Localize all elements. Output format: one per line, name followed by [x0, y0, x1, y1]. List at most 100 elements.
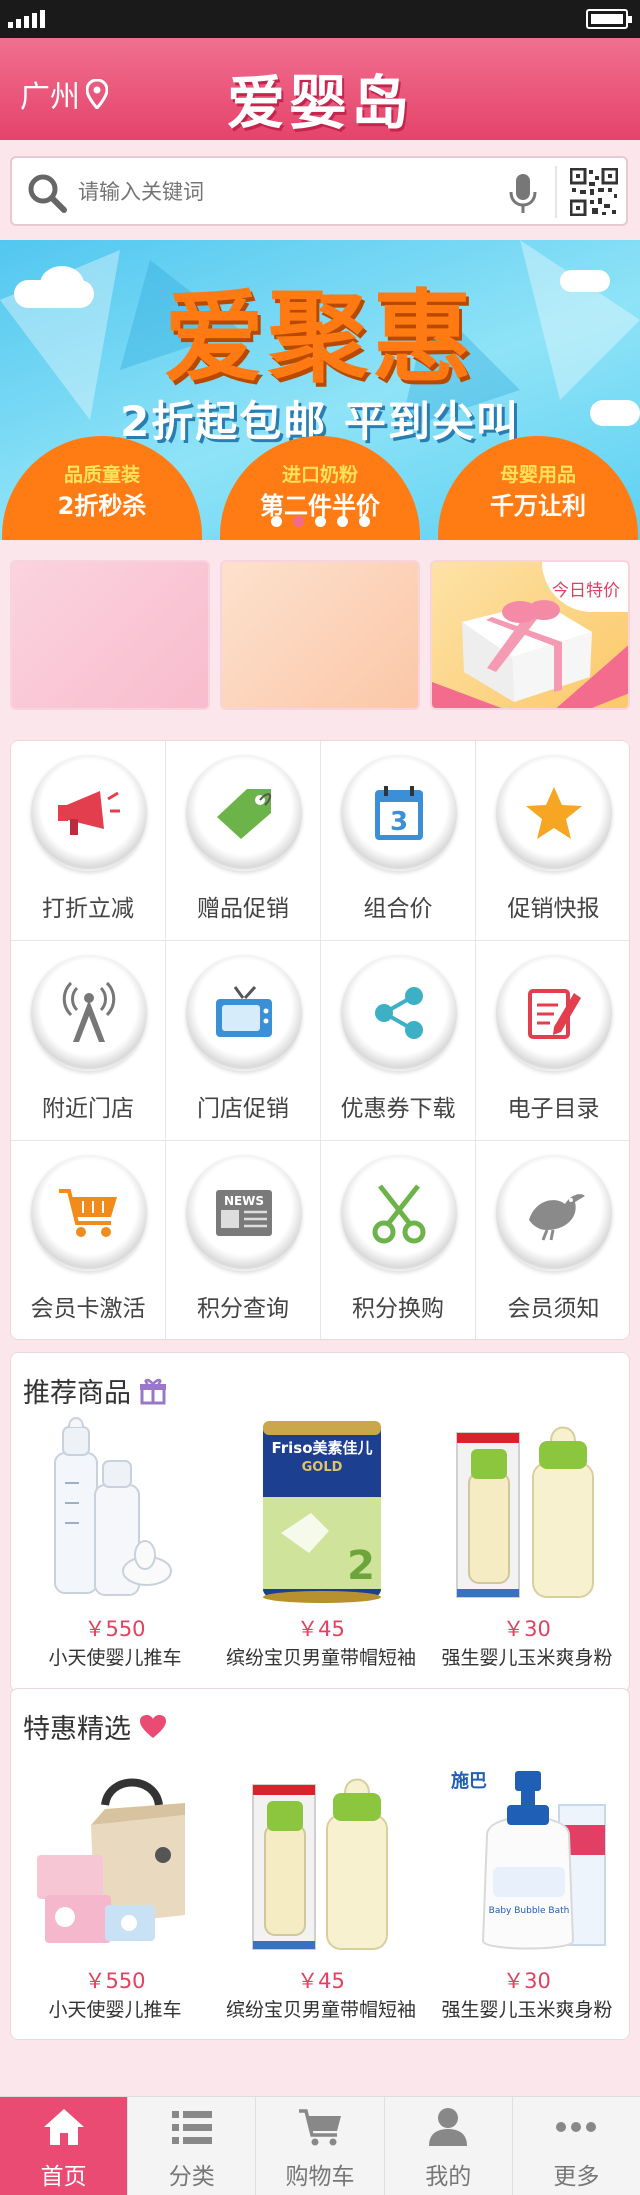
product-price: ￥45	[297, 1617, 345, 1641]
calendar-icon: 3	[375, 786, 423, 840]
svg-text:Baby Bubble Bath: Baby Bubble Bath	[489, 1906, 570, 1916]
tab-label: 我的	[425, 2164, 472, 2190]
carousel-dot[interactable]	[336, 516, 348, 527]
search-divider	[555, 166, 557, 218]
feature-label: 门店促销	[197, 1096, 289, 1122]
feature-label: 会员卡激活	[30, 1296, 146, 1322]
recommended-section: 推荐商品 ￥550 小天使婴儿推车 Friso美素佳儿 GOLD 2 ￥45 缤…	[10, 1352, 630, 1692]
tab-more[interactable]: 更多	[513, 2097, 640, 2195]
product-price: ￥45	[297, 1969, 345, 1993]
app-logo: 爱婴岛	[226, 69, 413, 137]
feature-points-redeem[interactable]: 积分换购	[321, 1141, 476, 1339]
feature-points-query[interactable]: NEWS 积分查询	[166, 1141, 321, 1339]
product-name: 强生婴儿玉米爽身粉	[441, 1647, 613, 1669]
product-name: 缤纷宝贝男童带帽短袖	[225, 1999, 416, 2021]
product-card[interactable]: ￥45 缤纷宝贝男童带帽短袖	[221, 1765, 421, 2035]
tab-category[interactable]: 分类	[128, 2097, 257, 2195]
product-card[interactable]: Friso美素佳儿 GOLD 2 ￥45 缤纷宝贝男童带帽短袖	[221, 1413, 421, 1683]
specials-section: 特惠精选 ￥550 小天使婴儿推车 ￥45 缤纷宝贝男童带帽短袖 施巴 Baby…	[10, 1688, 630, 2040]
microphone-icon[interactable]	[508, 172, 538, 216]
section-title: 特惠精选	[23, 1707, 167, 1746]
antenna-icon	[62, 982, 116, 1042]
svg-text:NEWS: NEWS	[224, 1194, 264, 1208]
document-edit-icon	[528, 989, 581, 1039]
feature-label: 积分查询	[197, 1296, 289, 1322]
gift-icon	[140, 1378, 166, 1404]
feature-label: 积分换购	[352, 1296, 444, 1322]
product-name: 小天使婴儿推车	[48, 1999, 182, 2021]
feature-combo-price[interactable]: 3 组合价	[321, 741, 476, 941]
cart-icon	[299, 2109, 341, 2146]
tab-home[interactable]: 首页	[0, 2097, 129, 2195]
svg-text:3: 3	[390, 807, 408, 837]
carousel-dot[interactable]	[270, 516, 282, 527]
user-icon	[429, 2108, 468, 2146]
product-card[interactable]: ￥550 小天使婴儿推车	[15, 1765, 215, 2035]
heart-icon	[140, 1714, 166, 1738]
feature-label: 促销快报	[507, 896, 600, 922]
feature-card-activation[interactable]: 会员卡激活	[11, 1141, 166, 1339]
product-name: 缤纷宝贝男童带帽短袖	[225, 1647, 416, 1669]
product-price: ￥550	[84, 1969, 146, 1993]
promo-tile-1[interactable]	[10, 560, 210, 710]
product-card[interactable]: ￥30 强生婴儿玉米爽身粉	[427, 1413, 627, 1683]
product-card[interactable]: ￥550 小天使婴儿推车	[15, 1413, 215, 1683]
megaphone-icon	[58, 791, 120, 835]
feature-label: 优惠券下载	[340, 1096, 456, 1122]
carousel-dots	[0, 516, 640, 527]
product-image-diaper-bag	[37, 1778, 185, 1943]
product-image-pigeon-bottles	[456, 1426, 594, 1598]
feature-gift-promo[interactable]: 赠品促销	[166, 741, 321, 941]
svg-text:施巴: 施巴	[451, 1770, 487, 1792]
feature-promo-news[interactable]: 促销快报	[476, 741, 629, 941]
carousel-dot[interactable]	[314, 516, 326, 527]
qr-code-icon[interactable]	[570, 168, 618, 216]
product-image-pigeon-bottles	[252, 1778, 388, 1950]
search-input[interactable]	[78, 172, 498, 212]
battery-icon	[586, 9, 632, 29]
tab-label: 首页	[40, 2164, 87, 2190]
banner-title: 爱聚惠	[164, 279, 476, 396]
promo-tile-today[interactable]: 今日特价	[430, 560, 630, 710]
feature-coupon-download[interactable]: 优惠券下载	[321, 941, 476, 1141]
bottom-tab-bar: 首页 分类 购物车 我的 更多	[0, 2096, 640, 2195]
more-icon	[556, 2122, 597, 2132]
product-image-formula-can: Friso美素佳儿 GOLD 2	[263, 1421, 381, 1603]
feature-discount[interactable]: 打折立减	[11, 741, 166, 941]
tab-label: 更多	[553, 2164, 600, 2190]
tv-icon	[216, 985, 272, 1037]
list-icon	[171, 2111, 212, 2144]
tab-label: 购物车	[285, 2164, 355, 2190]
section-title: 推荐商品	[23, 1371, 167, 1410]
promo-tile-2[interactable]	[220, 560, 420, 710]
svg-text:Friso美素佳儿: Friso美素佳儿	[271, 1439, 372, 1457]
promo-banner[interactable]: 爱聚惠 2折起包邮 平到尖叫 品质童装 2折秒杀 进口奶粉 第二件半价 母婴用品…	[0, 240, 640, 540]
product-image-sebamed-bath: 施巴 Baby Bubble Bath	[451, 1770, 606, 1950]
product-name: 强生婴儿玉米爽身粉	[441, 1999, 613, 2021]
feature-label: 打折立减	[42, 896, 134, 922]
feature-e-catalog[interactable]: 电子目录	[476, 941, 629, 1141]
product-name: 小天使婴儿推车	[48, 1647, 182, 1669]
tab-cart[interactable]: 购物车	[256, 2097, 385, 2195]
feature-label: 组合价	[363, 896, 433, 922]
product-card[interactable]: 施巴 Baby Bubble Bath ￥30 强生婴儿玉米爽身粉	[427, 1765, 627, 2035]
carousel-dot-active[interactable]	[292, 516, 304, 527]
tab-profile[interactable]: 我的	[385, 2097, 513, 2195]
product-price: ￥550	[84, 1617, 146, 1641]
bird-icon	[529, 1194, 585, 1241]
news-icon: NEWS	[216, 1190, 272, 1236]
feature-nearby-stores[interactable]: 附近门店	[11, 941, 166, 1141]
home-icon	[43, 2109, 84, 2145]
star-icon	[526, 787, 582, 839]
product-price: ￥30	[503, 1617, 551, 1641]
app-header: 广州 爱婴岛	[0, 38, 640, 140]
search-icon[interactable]	[26, 172, 68, 214]
cart-icon	[59, 1189, 117, 1237]
carousel-dot[interactable]	[358, 516, 370, 527]
feature-store-promo[interactable]: 门店促销	[166, 941, 321, 1141]
feature-label: 电子目录	[507, 1096, 600, 1122]
search-bar	[10, 156, 628, 226]
feature-label: 赠品促销	[197, 896, 289, 922]
feature-member-notice[interactable]: 会员须知	[476, 1141, 629, 1339]
status-bar	[0, 0, 640, 38]
